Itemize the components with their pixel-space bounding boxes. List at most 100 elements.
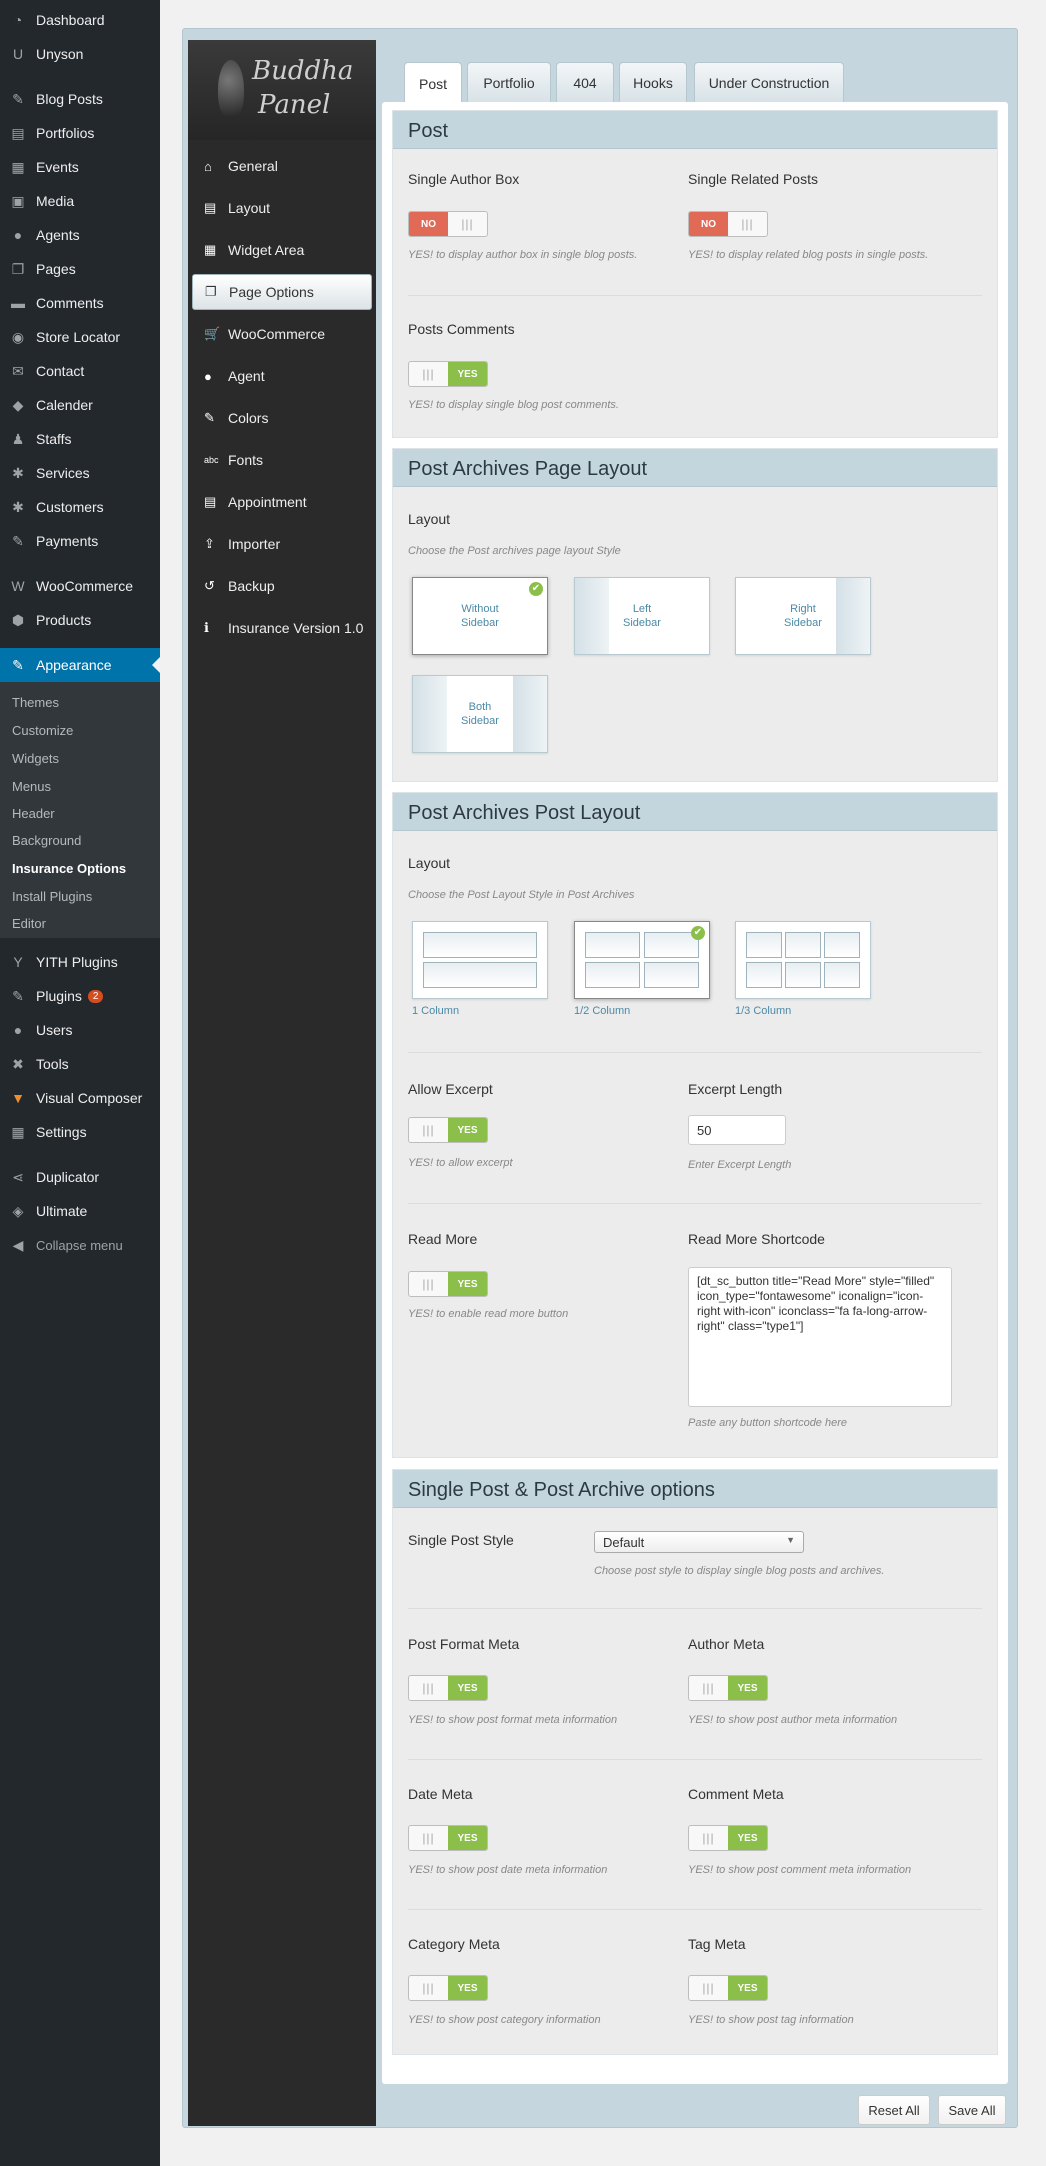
- collapse-menu-button[interactable]: ◀ Collapse menu: [0, 1228, 160, 1262]
- submenu-editor[interactable]: Editor: [12, 916, 46, 931]
- menu-payments[interactable]: ✎ Payments: [0, 524, 160, 558]
- shortcode-textarea[interactable]: [dt_sc_button title="Read More" style="f…: [688, 1267, 952, 1407]
- menu-customers[interactable]: ✱ Customers: [0, 490, 160, 524]
- layout-third-column[interactable]: [735, 921, 871, 999]
- tab-post[interactable]: Post: [404, 62, 462, 104]
- menu-portfolios[interactable]: ▤ Portfolios: [0, 116, 160, 150]
- menu-services[interactable]: ✱ Services: [0, 456, 160, 490]
- panel-nav-layout[interactable]: ▤ Layout: [192, 190, 372, 226]
- panel-nav-page-options[interactable]: ❐ Page Options: [192, 274, 372, 310]
- submenu-themes[interactable]: Themes: [12, 695, 59, 710]
- menu-store-locator[interactable]: ◉ Store Locator: [0, 320, 160, 354]
- layout-one-column[interactable]: [412, 921, 548, 999]
- panel-nav-backup[interactable]: ↺ Backup: [192, 568, 372, 604]
- grip-icon: |||: [422, 367, 435, 381]
- layout-left-sidebar[interactable]: Left Sidebar: [574, 577, 710, 655]
- toggle-state: YES: [448, 1272, 487, 1296]
- panel-nav-version: ℹ Insurance Version 1.0: [192, 610, 372, 646]
- panel-nav-widget-area[interactable]: ▦ Widget Area: [192, 232, 372, 268]
- allow-excerpt-toggle[interactable]: ||| YES: [408, 1117, 488, 1143]
- panel-nav-woocommerce[interactable]: 🛒 WooCommerce: [192, 316, 372, 352]
- layout-without-sidebar[interactable]: Without Sidebar ✔: [412, 577, 548, 655]
- comment-meta-toggle[interactable]: ||| YES: [688, 1825, 768, 1851]
- nav-label: General: [228, 158, 278, 174]
- menu-unyson[interactable]: U Unyson: [0, 37, 160, 71]
- posts-comments-toggle[interactable]: ||| YES: [408, 361, 488, 387]
- submenu-install-plugins[interactable]: Install Plugins: [12, 889, 92, 904]
- single-post-style-select[interactable]: Default ▼: [594, 1531, 804, 1553]
- menu-contact[interactable]: ✉ Contact: [0, 354, 160, 388]
- menu-products[interactable]: ⬢ Products: [0, 603, 160, 637]
- panel-nav-fonts[interactable]: abc Fonts: [192, 442, 372, 478]
- menu-label: Pages: [36, 261, 76, 277]
- yith-icon: Y: [13, 954, 23, 970]
- menu-tools[interactable]: ✖ Tools: [0, 1047, 160, 1081]
- menu-events[interactable]: ▦ Events: [0, 150, 160, 184]
- menu-settings[interactable]: ▦ Settings: [0, 1115, 160, 1149]
- submenu-background[interactable]: Background: [12, 833, 81, 848]
- excerpt-length-label: Excerpt Length: [688, 1081, 783, 1097]
- post-format-meta-hint: YES! to show post format meta informatio…: [408, 1714, 618, 1726]
- tools-icon: ✖: [12, 1055, 24, 1072]
- column-block: [746, 932, 782, 958]
- divider: [408, 1759, 982, 1760]
- panel-nav-general[interactable]: ⌂ General: [192, 148, 372, 184]
- author-box-toggle[interactable]: NO |||: [408, 211, 488, 237]
- allow-excerpt-label: Allow Excerpt: [408, 1081, 493, 1097]
- menu-agents[interactable]: ● Agents: [0, 218, 160, 252]
- panel-nav-appointment[interactable]: ▤ Appointment: [192, 484, 372, 520]
- category-meta-toggle[interactable]: ||| YES: [408, 1975, 488, 2001]
- appearance-icon: ✎: [12, 656, 24, 673]
- author-box-label: Single Author Box: [408, 171, 520, 187]
- panel-nav-colors[interactable]: ✎ Colors: [192, 400, 372, 436]
- tab-hooks[interactable]: Hooks: [619, 62, 687, 102]
- menu-staffs[interactable]: ♟ Staffs: [0, 422, 160, 456]
- tag-meta-toggle[interactable]: ||| YES: [688, 1975, 768, 2001]
- menu-appearance[interactable]: ✎ Appearance: [0, 648, 160, 682]
- menu-dashboard[interactable]: ◔ Dashboard: [0, 3, 160, 37]
- panel-nav-agent[interactable]: ● Agent: [192, 358, 372, 394]
- menu-blog-posts[interactable]: ✎ Blog Posts: [0, 82, 160, 116]
- excerpt-length-input[interactable]: 50: [688, 1115, 786, 1145]
- menu-label: Events: [36, 159, 79, 175]
- posts-comments-hint: YES! to display single blog post comment…: [408, 399, 619, 411]
- grip-icon: |||: [422, 1981, 435, 1995]
- layout-label: Layout: [408, 855, 451, 871]
- menu-calender[interactable]: ◆ Calender: [0, 388, 160, 422]
- submenu-customize[interactable]: Customize: [12, 723, 73, 738]
- toggle-state: YES: [728, 1826, 767, 1850]
- layout-both-sidebar[interactable]: Both Sidebar: [412, 675, 548, 753]
- tab-under-construction[interactable]: Under Construction: [694, 62, 844, 102]
- menu-woocommerce[interactable]: W WooCommerce: [0, 569, 160, 603]
- date-meta-toggle[interactable]: ||| YES: [408, 1825, 488, 1851]
- post-format-meta-toggle[interactable]: ||| YES: [408, 1675, 488, 1701]
- related-posts-toggle[interactable]: NO |||: [688, 211, 768, 237]
- menu-media[interactable]: ▣ Media: [0, 184, 160, 218]
- save-all-button[interactable]: Save All: [938, 2095, 1006, 2125]
- appointment-icon: ▤: [204, 494, 217, 509]
- author-meta-toggle[interactable]: ||| YES: [688, 1675, 768, 1701]
- shield-icon: ◈: [12, 1202, 24, 1219]
- layout-right-sidebar[interactable]: Right Sidebar: [735, 577, 871, 655]
- menu-visual-composer[interactable]: ▼ Visual Composer: [0, 1081, 160, 1115]
- menu-pages[interactable]: ❐ Pages: [0, 252, 160, 286]
- read-more-toggle[interactable]: ||| YES: [408, 1271, 488, 1297]
- panel-nav-importer[interactable]: ⇪ Importer: [192, 526, 372, 562]
- submenu-menus[interactable]: Menus: [12, 779, 51, 794]
- submenu-header[interactable]: Header: [12, 806, 55, 821]
- menu-users[interactable]: ● Users: [0, 1013, 160, 1047]
- category-meta-hint: YES! to show post category information: [408, 2014, 601, 2026]
- submenu-widgets[interactable]: Widgets: [12, 751, 59, 766]
- menu-plugins[interactable]: ✎ Plugins 2: [0, 979, 160, 1013]
- tab-portfolio[interactable]: Portfolio: [467, 62, 551, 102]
- reset-all-button[interactable]: Reset All: [858, 2095, 930, 2125]
- submenu-insurance-options[interactable]: Insurance Options: [12, 861, 126, 876]
- layout-half-column[interactable]: ✔: [574, 921, 710, 999]
- menu-duplicator[interactable]: ⋖ Duplicator: [0, 1160, 160, 1194]
- menu-comments[interactable]: ▬ Comments: [0, 286, 160, 320]
- layout-caption: 1 Column: [412, 1005, 460, 1017]
- menu-ultimate[interactable]: ◈ Ultimate: [0, 1194, 160, 1228]
- menu-yith-plugins[interactable]: Y YITH Plugins: [0, 945, 160, 979]
- tab-404[interactable]: 404: [556, 62, 614, 102]
- users-icon: ●: [13, 1022, 23, 1038]
